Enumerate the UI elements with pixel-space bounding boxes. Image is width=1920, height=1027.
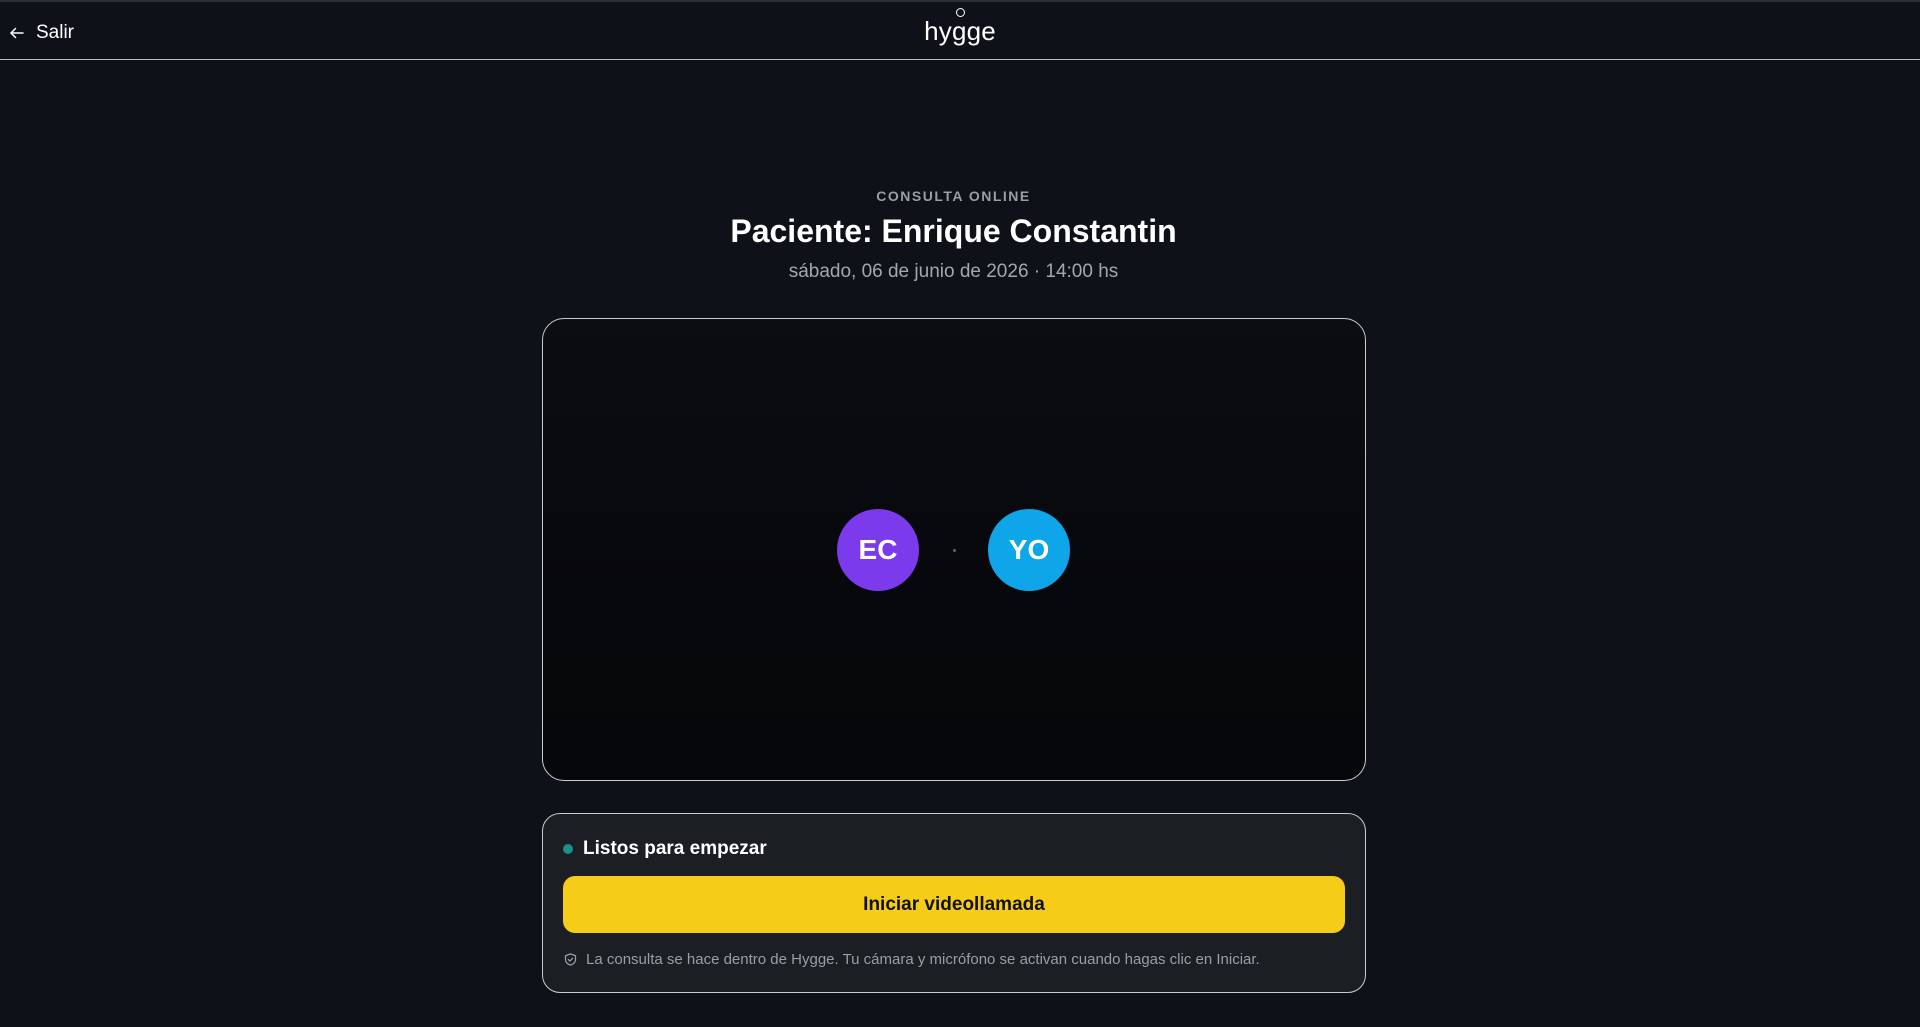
privacy-note: La consulta se hace dentro de Hygge. Tu …: [563, 951, 1260, 968]
call-control-panel: Listos para empezar Iniciar videollamada…: [542, 813, 1366, 993]
separator-dot: [953, 549, 956, 552]
eyebrow-label: CONSULTA ONLINE: [876, 188, 1031, 204]
self-avatar: YO: [988, 509, 1070, 591]
page-title: Paciente: Enrique Constantin: [730, 213, 1177, 249]
logo: hygge: [900, 8, 1020, 45]
patient-initials: EC: [858, 534, 898, 565]
start-video-call-button[interactable]: Iniciar videollamada: [563, 876, 1345, 933]
video-preview: EC YO: [542, 318, 1366, 781]
status-indicator: Listos para empezar: [563, 838, 767, 860]
appointment-datetime: sábado, 06 de junio de 2026 · 14:00 hs: [788, 261, 1119, 282]
consultation-header: CONSULTA ONLINE Paciente: Enrique Consta…: [0, 188, 1907, 283]
arrow-left-icon: [10, 27, 24, 39]
patient-avatar: EC: [837, 509, 919, 591]
privacy-note-text: La consulta se hace dentro de Hygge. Tu …: [586, 951, 1260, 968]
status-text: Listos para empezar: [583, 838, 767, 859]
top-bar: Salir hygge: [0, 0, 1920, 60]
logo-text: hygge: [924, 16, 996, 46]
exit-label: Salir: [36, 22, 75, 43]
shield-check-icon: [564, 953, 577, 966]
status-dot: [563, 844, 573, 854]
exit-button[interactable]: Salir: [8, 21, 74, 45]
self-initials: YO: [1008, 534, 1050, 565]
